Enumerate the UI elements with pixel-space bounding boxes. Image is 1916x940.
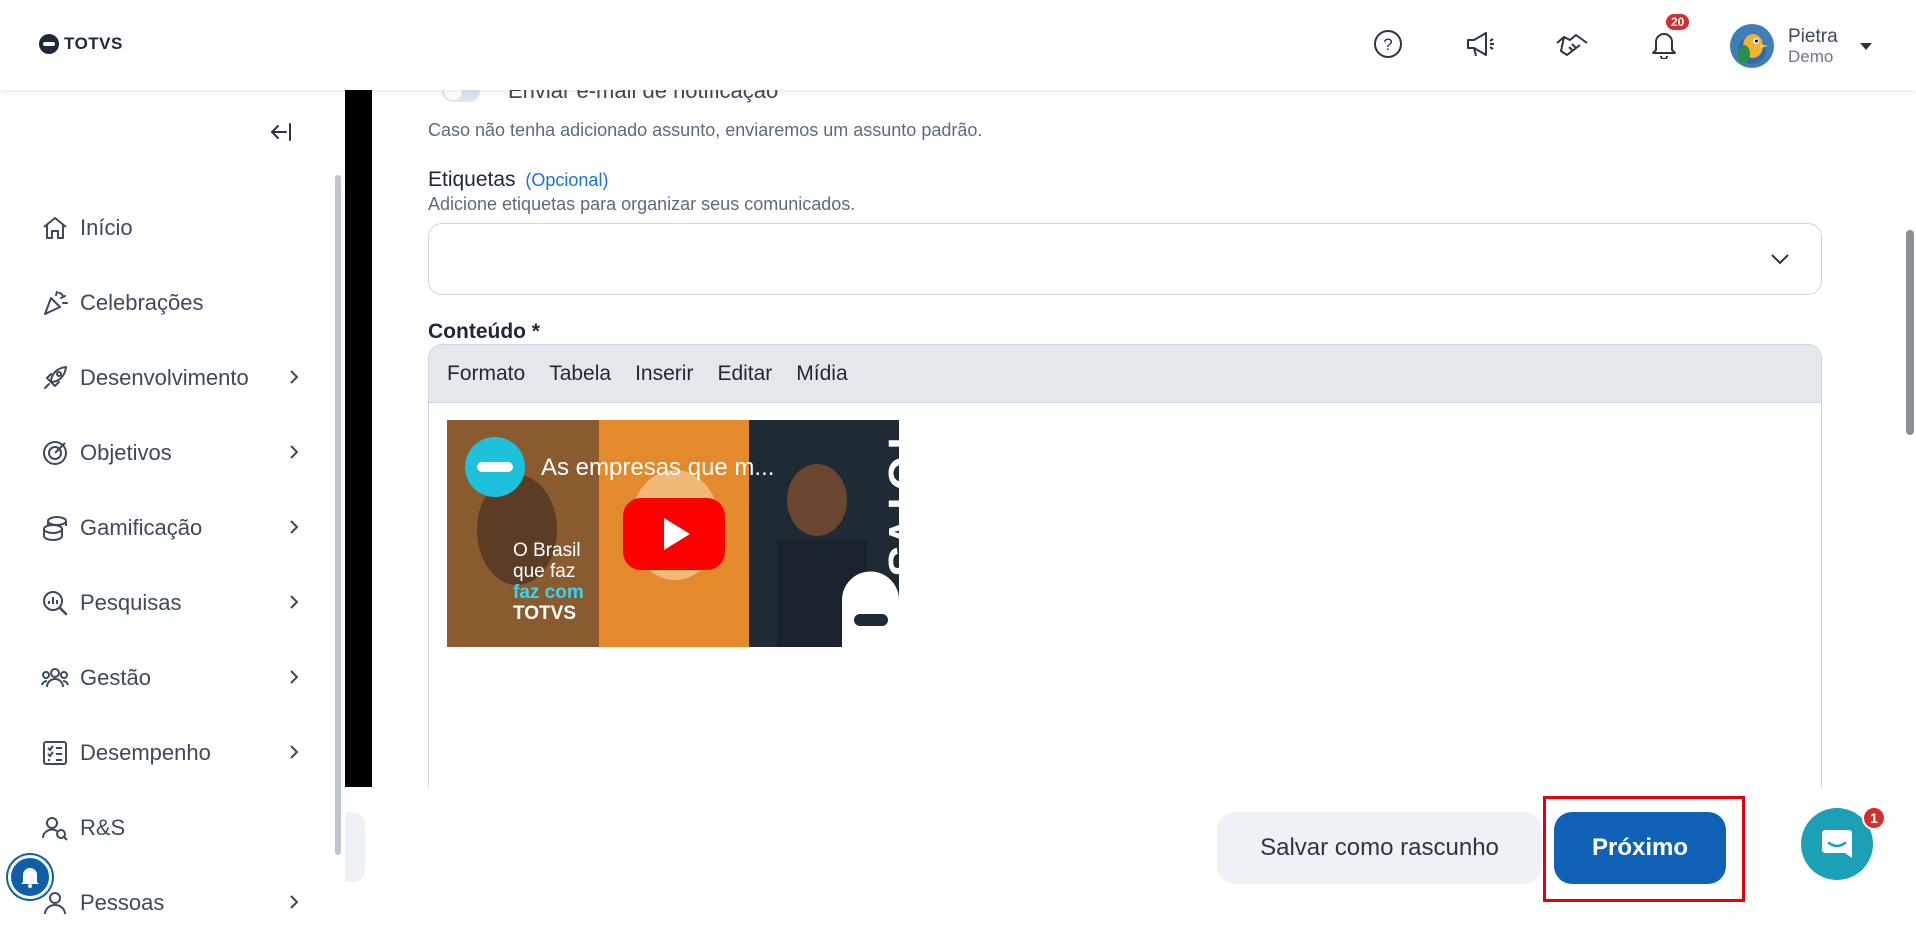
menu-midia[interactable]: Mídia bbox=[796, 362, 847, 386]
notifications-button[interactable]: 20 bbox=[1646, 14, 1690, 62]
user-info: Pietra Demo bbox=[1788, 26, 1838, 66]
sidebar-item-label: Celebrações bbox=[80, 289, 204, 315]
video-caption-1: O Brasil bbox=[513, 540, 581, 561]
sidebar-item-label: Início bbox=[80, 214, 133, 240]
top-header: TOTVS ? 20 Pietra Demo bbox=[0, 0, 1916, 90]
sidebar-item-desempenho[interactable]: Desempenho bbox=[40, 715, 310, 790]
sidebar-item-inicio[interactable]: Início bbox=[40, 190, 310, 265]
menu-tabela[interactable]: Tabela bbox=[549, 362, 611, 386]
avatar-bird-image bbox=[1730, 24, 1774, 68]
home-icon bbox=[40, 213, 70, 243]
sidebar-item-label: Desenvolvimento bbox=[80, 364, 249, 390]
header-actions: ? 20 bbox=[1370, 14, 1690, 62]
tags-subtitle: Adicione etiquetas para organizar seus c… bbox=[428, 194, 856, 214]
help-icon: ? bbox=[1374, 30, 1402, 58]
sidebar: Início Celebrações Desenvolvimento Objet… bbox=[0, 90, 345, 915]
user-role: Demo bbox=[1788, 47, 1834, 66]
tags-select[interactable] bbox=[428, 223, 1822, 295]
user-name: Pietra bbox=[1788, 26, 1838, 47]
tags-optional: (Opcional) bbox=[525, 170, 609, 190]
sidebar-item-gamificacao[interactable]: Gamificação bbox=[40, 490, 310, 565]
page-scrollbar-track[interactable] bbox=[1904, 90, 1916, 907]
video-side-text: TOTVS bbox=[879, 430, 899, 576]
chevron-right-icon bbox=[290, 520, 299, 534]
notification-bell-icon bbox=[21, 868, 39, 888]
video-caption-2: que faz bbox=[513, 561, 575, 582]
sidebar-item-desenvolvimento[interactable]: Desenvolvimento bbox=[40, 340, 310, 415]
user-search-icon bbox=[40, 813, 70, 843]
chevron-right-icon bbox=[290, 595, 299, 609]
notify-hint: Caso não tenha adicionado assunto, envia… bbox=[428, 120, 983, 140]
form-panel: Enviar e-mail de notificação Caso não te… bbox=[372, 80, 1882, 787]
party-popper-icon bbox=[40, 288, 70, 318]
editor-menubar: Formato Tabela Inserir Editar Mídia bbox=[429, 345, 1821, 403]
target-icon bbox=[40, 438, 70, 468]
sidebar-item-gestao[interactable]: Gestão bbox=[40, 640, 310, 715]
menu-formato[interactable]: Formato bbox=[447, 362, 525, 386]
chat-icon bbox=[1822, 830, 1852, 858]
chat-unread-badge: 1 bbox=[1862, 806, 1886, 830]
rocket-icon bbox=[40, 363, 70, 393]
sidebar-item-label: Pessoas bbox=[80, 889, 165, 915]
chevron-right-icon bbox=[290, 670, 299, 684]
user-menu[interactable]: Pietra Demo bbox=[1730, 24, 1872, 68]
sidebar-scrollbar[interactable] bbox=[335, 175, 341, 855]
sidebar-item-label: Pesquisas bbox=[80, 589, 182, 615]
logo-text: TOTVS bbox=[64, 34, 123, 53]
sidebar-item-label: Desempenho bbox=[80, 739, 211, 765]
bell-icon bbox=[1652, 33, 1676, 59]
sidebar-item-label: R&S bbox=[80, 814, 126, 840]
users-icon bbox=[40, 663, 70, 693]
totvs-logo[interactable]: TOTVS bbox=[38, 33, 123, 55]
sidebar-item-label: Gamificação bbox=[80, 514, 203, 540]
notification-count-badge: 20 bbox=[1666, 14, 1690, 30]
next-button[interactable]: Próximo bbox=[1554, 812, 1726, 884]
sidebar-item-pessoas[interactable]: Pessoas bbox=[40, 865, 310, 940]
video-caption-4: TOTVS bbox=[513, 603, 576, 624]
tags-title: Etiquetas (Opcional) bbox=[428, 168, 608, 192]
chevron-down-icon bbox=[1771, 254, 1789, 265]
sidebar-nav: Início Celebrações Desenvolvimento Objet… bbox=[40, 190, 310, 940]
collapse-sidebar-button[interactable] bbox=[268, 120, 294, 149]
save-draft-button[interactable]: Salvar como rascunho bbox=[1217, 812, 1542, 884]
handshake-icon bbox=[1556, 34, 1588, 56]
content-title: Conteúdo * bbox=[428, 320, 540, 343]
page-scrollbar-thumb[interactable] bbox=[1906, 230, 1914, 435]
caret-down-icon bbox=[1859, 42, 1872, 50]
sidebar-item-pesquisas[interactable]: Pesquisas bbox=[40, 565, 310, 640]
sidebar-item-label: Gestão bbox=[80, 664, 151, 690]
tags-title-text: Etiquetas bbox=[428, 168, 516, 191]
chevron-right-icon bbox=[290, 370, 299, 384]
rich-text-editor[interactable]: Formato Tabela Inserir Editar Mídia O Br… bbox=[428, 344, 1822, 787]
chevron-right-icon bbox=[290, 445, 299, 459]
chevron-right-icon bbox=[290, 745, 299, 759]
megaphone-icon bbox=[1467, 32, 1494, 57]
menu-editar[interactable]: Editar bbox=[717, 362, 772, 386]
search-chart-icon bbox=[40, 588, 70, 618]
handshake-button[interactable] bbox=[1554, 26, 1590, 62]
embedded-youtube-video[interactable]: O Brasil que faz faz com TOTVS TOTVS As … bbox=[447, 420, 899, 647]
coins-icon bbox=[40, 513, 70, 543]
sidebar-item-rs[interactable]: R&S bbox=[40, 790, 310, 865]
avatar bbox=[1730, 24, 1774, 68]
help-button[interactable]: ? bbox=[1370, 26, 1406, 62]
svg-text:?: ? bbox=[1383, 35, 1392, 54]
menu-inserir[interactable]: Inserir bbox=[635, 362, 693, 386]
sidebar-item-objetivos[interactable]: Objetivos bbox=[40, 415, 310, 490]
collapse-arrow-icon bbox=[271, 123, 291, 141]
video-title: As empresas que m... bbox=[541, 454, 775, 481]
announcements-button[interactable] bbox=[1462, 26, 1498, 62]
accessibility-button[interactable] bbox=[8, 855, 52, 899]
checklist-icon bbox=[40, 738, 70, 768]
chevron-right-icon bbox=[290, 895, 299, 909]
totvs-logo-icon bbox=[39, 34, 59, 54]
sidebar-item-label: Objetivos bbox=[80, 439, 172, 465]
sidebar-item-celebracoes[interactable]: Celebrações bbox=[40, 265, 310, 340]
video-caption-3: faz com bbox=[513, 582, 584, 603]
footer-left-stub bbox=[345, 812, 365, 882]
